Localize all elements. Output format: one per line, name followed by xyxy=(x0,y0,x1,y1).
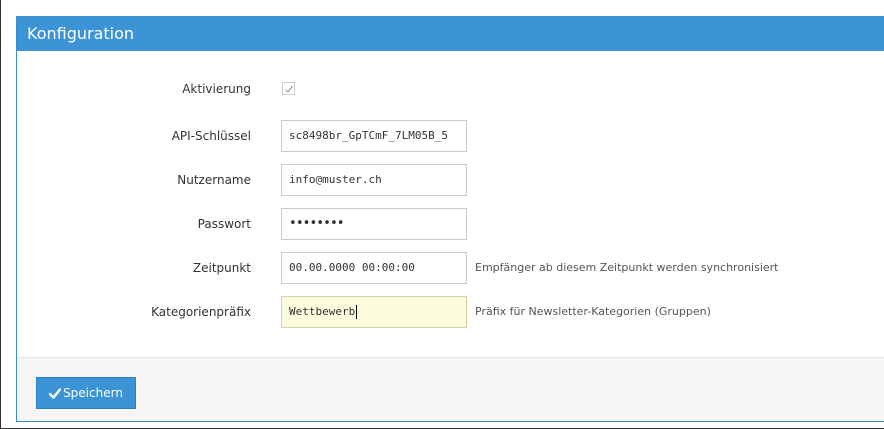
category-prefix-input[interactable]: Wettbewerb xyxy=(281,296,467,328)
api-key-row: API-Schlüssel sc8498br_GpTCmF_7LM05B_5 xyxy=(17,120,884,152)
check-icon xyxy=(285,85,293,93)
api-key-label: API-Schlüssel xyxy=(171,129,251,143)
username-row: Nutzername info@muster.ch xyxy=(17,164,884,196)
timestamp-input[interactable]: 00.00.0000 00:00:00 xyxy=(281,252,467,284)
window-frame: Konfiguration Aktivierung API-Schlüssel … xyxy=(0,0,884,429)
username-input[interactable]: info@muster.ch xyxy=(281,164,467,196)
timestamp-help-text: Empfänger ab diesem Zeitpunkt werden syn… xyxy=(475,261,779,274)
configuration-panel: Konfiguration Aktivierung API-Schlüssel … xyxy=(16,16,884,422)
checkmark-icon xyxy=(48,388,62,399)
activation-row: Aktivierung xyxy=(17,73,884,105)
panel-title: Konfiguration xyxy=(17,17,884,51)
category-prefix-label: Kategorienpräfix xyxy=(151,305,251,319)
password-label: Passwort xyxy=(197,217,251,231)
text-caret xyxy=(356,305,358,319)
save-button-label: Speichern xyxy=(63,386,123,400)
activation-checkbox[interactable] xyxy=(282,82,295,95)
timestamp-label: Zeitpunkt xyxy=(192,261,251,275)
password-input[interactable]: •••••••• xyxy=(281,208,467,240)
password-row: Passwort •••••••• xyxy=(17,208,884,240)
category-prefix-row: Kategorienpräfix Wettbewerb Präfix für N… xyxy=(17,296,884,328)
save-button[interactable]: Speichern xyxy=(36,377,136,409)
activation-label: Aktivierung xyxy=(182,82,251,96)
username-label: Nutzername xyxy=(177,173,251,187)
api-key-input[interactable]: sc8498br_GpTCmF_7LM05B_5 xyxy=(281,120,467,152)
category-prefix-help-text: Präfix für Newsletter-Kategorien (Gruppe… xyxy=(475,305,711,318)
timestamp-row: Zeitpunkt 00.00.0000 00:00:00 Empfänger … xyxy=(17,252,884,284)
panel-footer: Speichern xyxy=(17,357,884,421)
category-prefix-value: Wettbewerb xyxy=(289,305,356,318)
